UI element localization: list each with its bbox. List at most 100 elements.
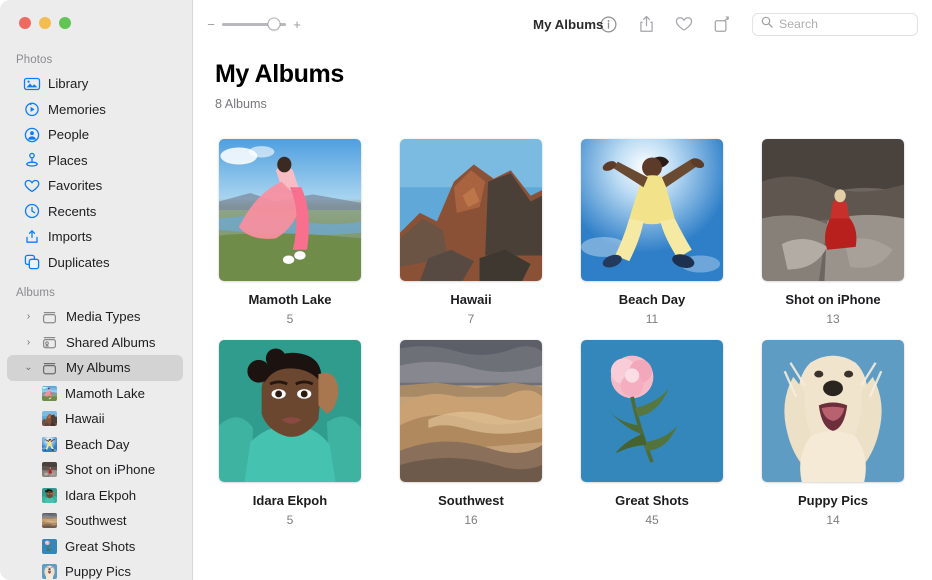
sidebar-item-southwest[interactable]: Southwest — [7, 508, 183, 534]
heart-icon[interactable] — [674, 14, 694, 34]
sidebar-item-label: People — [48, 127, 89, 142]
sidebar-item-label: Shared Albums — [66, 335, 155, 350]
rotate-icon[interactable] — [712, 14, 732, 34]
album-thumbnail — [42, 513, 57, 528]
sidebar-item-great-shots[interactable]: Great Shots — [7, 534, 183, 560]
album-photo-count: 13 — [826, 312, 839, 326]
album-photo-count: 11 — [646, 312, 658, 326]
sidebar-item-label: Media Types — [66, 309, 141, 324]
heart-icon — [23, 177, 40, 194]
zoom-in-label[interactable]: + — [293, 18, 301, 31]
sidebar-item-media-types[interactable]: › Media Types — [7, 304, 183, 330]
album-card[interactable]: Southwest 16 — [396, 340, 546, 527]
album-photo-count: 16 — [464, 513, 477, 527]
album-thumbnail — [42, 564, 57, 579]
library-icon — [23, 75, 40, 92]
sidebar-item-imports[interactable]: Imports — [7, 224, 183, 250]
close-button[interactable] — [19, 17, 31, 29]
album-cover[interactable] — [219, 139, 361, 281]
zoom-button[interactable] — [59, 17, 71, 29]
album-cover[interactable] — [400, 340, 542, 482]
chevron-right-icon[interactable]: › — [23, 337, 34, 348]
sidebar-section-photos-title: Photos — [0, 42, 192, 71]
sidebar-item-library[interactable]: Library — [7, 71, 183, 97]
places-icon — [23, 152, 40, 169]
albums-content: My Albums 8 Albums Mamoth Lake 5 Hawaii … — [193, 48, 932, 580]
album-cover[interactable] — [219, 340, 361, 482]
sidebar-item-label: Memories — [48, 102, 106, 117]
toolbar: − + My Albums — [193, 0, 932, 48]
sidebar-item-people[interactable]: People — [7, 122, 183, 148]
zoom-slider[interactable] — [222, 23, 286, 26]
album-card[interactable]: Mamoth Lake 5 — [215, 139, 365, 326]
chevron-down-icon[interactable]: ⌄ — [23, 362, 34, 373]
sidebar-item-label: Hawaii — [65, 411, 105, 426]
sidebar-item-puppy-pics[interactable]: Puppy Pics — [7, 559, 183, 580]
search-icon — [761, 15, 773, 33]
album-count-label: 8 Albums — [215, 89, 908, 111]
sidebar-item-label: Imports — [48, 229, 92, 244]
album-title: Puppy Pics — [798, 493, 868, 508]
sidebar-item-shot-on-iphone[interactable]: Shot on iPhone — [7, 457, 183, 483]
album-thumbnail — [42, 488, 57, 503]
sidebar-item-idara-ekpoh[interactable]: Idara Ekpoh — [7, 483, 183, 509]
album-cover[interactable] — [762, 340, 904, 482]
sidebar-item-recents[interactable]: Recents — [7, 199, 183, 225]
sidebar-item-beach-day[interactable]: Beach Day — [7, 432, 183, 458]
window-controls — [0, 0, 192, 42]
sidebar-item-label: Puppy Pics — [65, 564, 131, 579]
album-photo-count: 14 — [826, 513, 839, 527]
sidebar-item-label: My Albums — [66, 360, 131, 375]
album-title: Shot on iPhone — [785, 292, 880, 307]
album-thumbnail — [42, 539, 57, 554]
photos-window: Photos Library Memories People — [0, 0, 932, 580]
album-card[interactable]: Idara Ekpoh 5 — [215, 340, 365, 527]
sidebar-item-memories[interactable]: Memories — [7, 97, 183, 123]
zoom-out-label[interactable]: − — [207, 18, 215, 31]
search-input[interactable]: Search — [752, 13, 918, 36]
sidebar-item-shared-albums[interactable]: › Shared Albums — [7, 330, 183, 356]
sidebar-item-my-albums[interactable]: ⌄ My Albums — [7, 355, 183, 381]
album-title: Idara Ekpoh — [253, 493, 327, 508]
album-photo-count: 45 — [645, 513, 658, 527]
zoom-slider-knob[interactable] — [268, 18, 281, 31]
album-cover[interactable] — [400, 139, 542, 281]
album-cover[interactable] — [581, 340, 723, 482]
sidebar-item-hawaii[interactable]: Hawaii — [7, 406, 183, 432]
sidebar-item-label: Great Shots — [65, 539, 135, 554]
sidebar-item-label: Beach Day — [65, 437, 130, 452]
album-card[interactable]: Shot on iPhone 13 — [758, 139, 908, 326]
sidebar-item-label: Shot on iPhone — [65, 462, 155, 477]
toolbar-title: My Albums — [533, 17, 603, 32]
sidebar-albums-list: › Media Types › Shared Albums ⌄ My Album… — [0, 304, 192, 580]
album-card[interactable]: Hawaii 7 — [396, 139, 546, 326]
clock-icon — [23, 203, 40, 220]
sidebar-photos-list: Library Memories People Places — [0, 71, 192, 275]
sidebar: Photos Library Memories People — [0, 0, 193, 580]
album-photo-count: 5 — [287, 312, 294, 326]
sidebar-item-label: Recents — [48, 204, 96, 219]
sidebar-item-label: Library — [48, 76, 88, 91]
sidebar-item-label: Places — [48, 153, 88, 168]
sidebar-item-mamoth-lake[interactable]: Mamoth Lake — [7, 381, 183, 407]
chevron-right-icon[interactable]: › — [23, 311, 34, 322]
album-title: Beach Day — [619, 292, 685, 307]
album-title: Great Shots — [615, 493, 689, 508]
zoom-control[interactable]: − + — [207, 18, 301, 31]
search-placeholder: Search — [779, 17, 818, 31]
album-card[interactable]: Great Shots 45 — [577, 340, 727, 527]
import-icon — [23, 228, 40, 245]
share-icon[interactable] — [636, 14, 656, 34]
album-cover[interactable] — [762, 139, 904, 281]
duplicates-icon — [23, 254, 40, 271]
album-cover[interactable] — [581, 139, 723, 281]
sidebar-item-label: Favorites — [48, 178, 102, 193]
album-card[interactable]: Beach Day 11 — [577, 139, 727, 326]
sidebar-item-duplicates[interactable]: Duplicates — [7, 250, 183, 276]
album-title: Hawaii — [450, 292, 491, 307]
sidebar-item-favorites[interactable]: Favorites — [7, 173, 183, 199]
minimize-button[interactable] — [39, 17, 51, 29]
sidebar-item-places[interactable]: Places — [7, 148, 183, 174]
album-card[interactable]: Puppy Pics 14 — [758, 340, 908, 527]
album-thumbnail — [42, 437, 57, 452]
